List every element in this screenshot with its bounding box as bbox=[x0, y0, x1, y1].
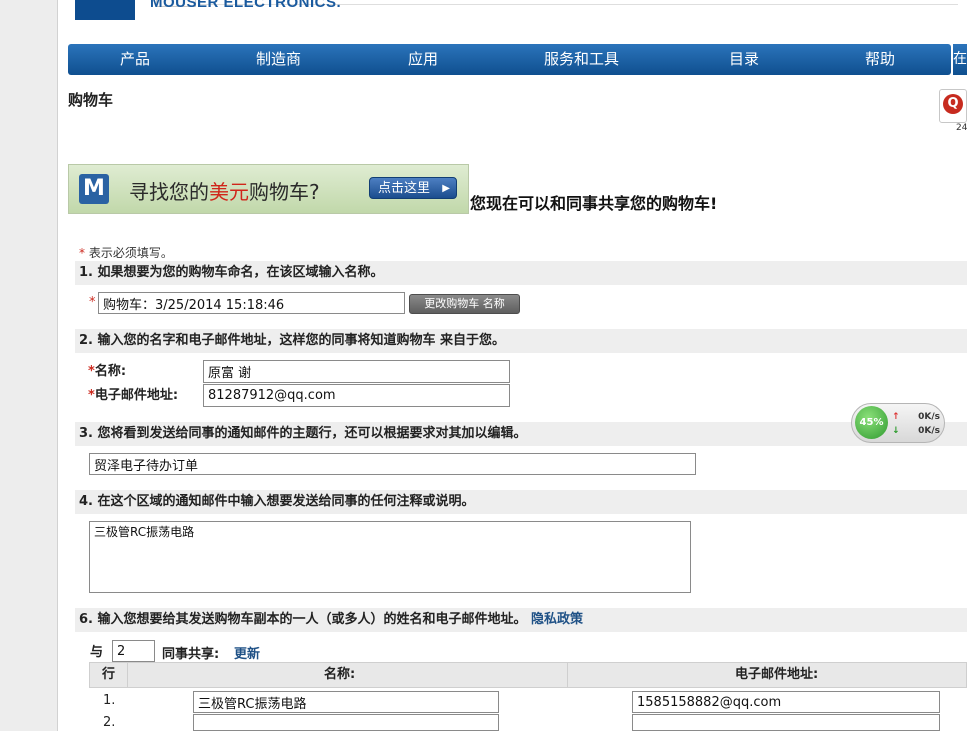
download-arrow-icon: ↓ bbox=[892, 426, 900, 436]
notes-textarea[interactable]: 三极管RC振荡电路 bbox=[89, 521, 691, 593]
nav-item-applications[interactable]: 应用 bbox=[408, 44, 438, 75]
recipient-1-name-input[interactable] bbox=[193, 691, 499, 713]
load-gauge: 45% bbox=[855, 406, 888, 439]
subject-input[interactable] bbox=[89, 453, 696, 475]
section-2-header: 2. 输入您的名字和电子邮件地址，这样您的同事将知道购物车 来自于您。 bbox=[75, 329, 967, 353]
column-divider bbox=[127, 663, 128, 687]
usd-cart-banner[interactable]: M 寻找您的美元购物车? 点击这里 ▶ bbox=[68, 164, 469, 214]
top-bar: MOUSER ELECTRONICS. bbox=[58, 0, 967, 20]
section-1-header: 1. 如果想要为您的购物车命名，在该区域输入名称。 bbox=[75, 261, 967, 285]
section-6-header: 6. 输入您想要给其发送购物车副本的一人（或多人）的姓名和电子邮件地址。 隐私政… bbox=[75, 608, 967, 632]
banner-text-after: 购物车? bbox=[249, 180, 320, 204]
network-speed-widget[interactable]: 45% ↑ 0K/s ↓ 0K/s bbox=[851, 403, 945, 443]
col-header-email: 电子邮件地址: bbox=[735, 667, 819, 682]
required-note-text: 表示必须填写。 bbox=[88, 246, 173, 260]
download-speed-value: 0K/s bbox=[918, 426, 940, 436]
mouser-logo[interactable] bbox=[75, 0, 135, 20]
nav-item-catalog[interactable]: 目录 bbox=[729, 44, 759, 75]
upload-arrow-icon: ↑ bbox=[892, 412, 900, 422]
nav-item-extra[interactable]: 在 bbox=[953, 44, 967, 75]
section-4-header: 4. 在这个区域的通知邮件中输入想要发送给同事的任何注释或说明。 bbox=[75, 490, 967, 514]
nav-item-manufacturers[interactable]: 制造商 bbox=[256, 44, 301, 75]
cart-name-input[interactable] bbox=[98, 292, 405, 314]
rename-cart-button[interactable]: 更改购物车 名称 bbox=[409, 294, 520, 314]
banner-text: 寻找您的美元购物车? bbox=[129, 176, 320, 205]
section-6-text: 6. 输入您想要给其发送购物车副本的一人（或多人）的姓名和电子邮件地址。 bbox=[79, 612, 527, 627]
nav-item-services-tools[interactable]: 服务和工具 bbox=[544, 44, 619, 75]
share-with-label: 与 bbox=[90, 645, 104, 660]
required-star: * bbox=[89, 295, 96, 310]
required-star: * bbox=[88, 364, 95, 379]
update-link[interactable]: 更新 bbox=[234, 643, 260, 662]
privacy-policy-link[interactable]: 隐私政策 bbox=[531, 612, 583, 627]
banner-text-highlight: 美元 bbox=[209, 180, 249, 204]
logo-text: MOUSER ELECTRONICS. bbox=[150, 0, 342, 11]
table-row-2-num: 2. bbox=[103, 715, 116, 730]
colleagues-share-label: 同事共享: bbox=[162, 647, 220, 662]
recipient-2-email-input[interactable] bbox=[632, 714, 940, 731]
click-here-button[interactable]: 点击这里 ▶ bbox=[369, 177, 457, 199]
nav-item-products[interactable]: 产品 bbox=[120, 44, 150, 75]
recipient-2-name-input[interactable] bbox=[193, 714, 499, 731]
recipients-table-header: 行 名称: 电子邮件地址: bbox=[89, 662, 967, 688]
name-input[interactable] bbox=[203, 360, 510, 383]
m-logo-icon: M bbox=[79, 174, 109, 204]
recipient-1-email-input[interactable] bbox=[632, 691, 940, 713]
column-divider bbox=[567, 663, 568, 687]
required-star: * bbox=[88, 388, 95, 403]
trust-badge[interactable]: Q bbox=[939, 89, 967, 123]
table-row-1-num: 1. bbox=[103, 693, 116, 708]
click-here-label: 点击这里 bbox=[378, 181, 431, 196]
section-3-header: 3. 您将看到发送给同事的通知邮件的主题行，还可以根据要求对其加以编辑。 bbox=[75, 422, 967, 446]
required-star: * bbox=[79, 246, 85, 260]
banner-text-before: 寻找您的 bbox=[129, 180, 209, 204]
main-nav: 产品 制造商 应用 服务和工具 目录 帮助 bbox=[68, 44, 951, 75]
email-label-text: 电子邮件地址: bbox=[94, 388, 179, 403]
email-label: *电子邮件地址: bbox=[88, 384, 178, 403]
nav-item-help[interactable]: 帮助 bbox=[865, 44, 895, 75]
share-message: 您现在可以和同事共享您的购物车! bbox=[470, 194, 718, 213]
page-title: 购物车 bbox=[68, 91, 114, 109]
col-header-row: 行 bbox=[102, 667, 116, 682]
play-arrow-icon: ▶ bbox=[442, 183, 450, 194]
left-gutter bbox=[0, 0, 58, 731]
share-count-row: 与 bbox=[90, 641, 103, 660]
upload-speed-value: 0K/s bbox=[918, 412, 940, 422]
name-label: *名称: bbox=[88, 360, 126, 379]
q-badge-icon: Q bbox=[943, 94, 963, 114]
name-label-text: 名称: bbox=[94, 364, 127, 379]
col-header-name: 名称: bbox=[324, 667, 356, 682]
share-count-input[interactable] bbox=[112, 640, 155, 662]
required-note: * 表示必须填写。 bbox=[79, 244, 173, 261]
badge-number: 24 bbox=[956, 123, 967, 133]
email-input[interactable] bbox=[203, 384, 510, 407]
